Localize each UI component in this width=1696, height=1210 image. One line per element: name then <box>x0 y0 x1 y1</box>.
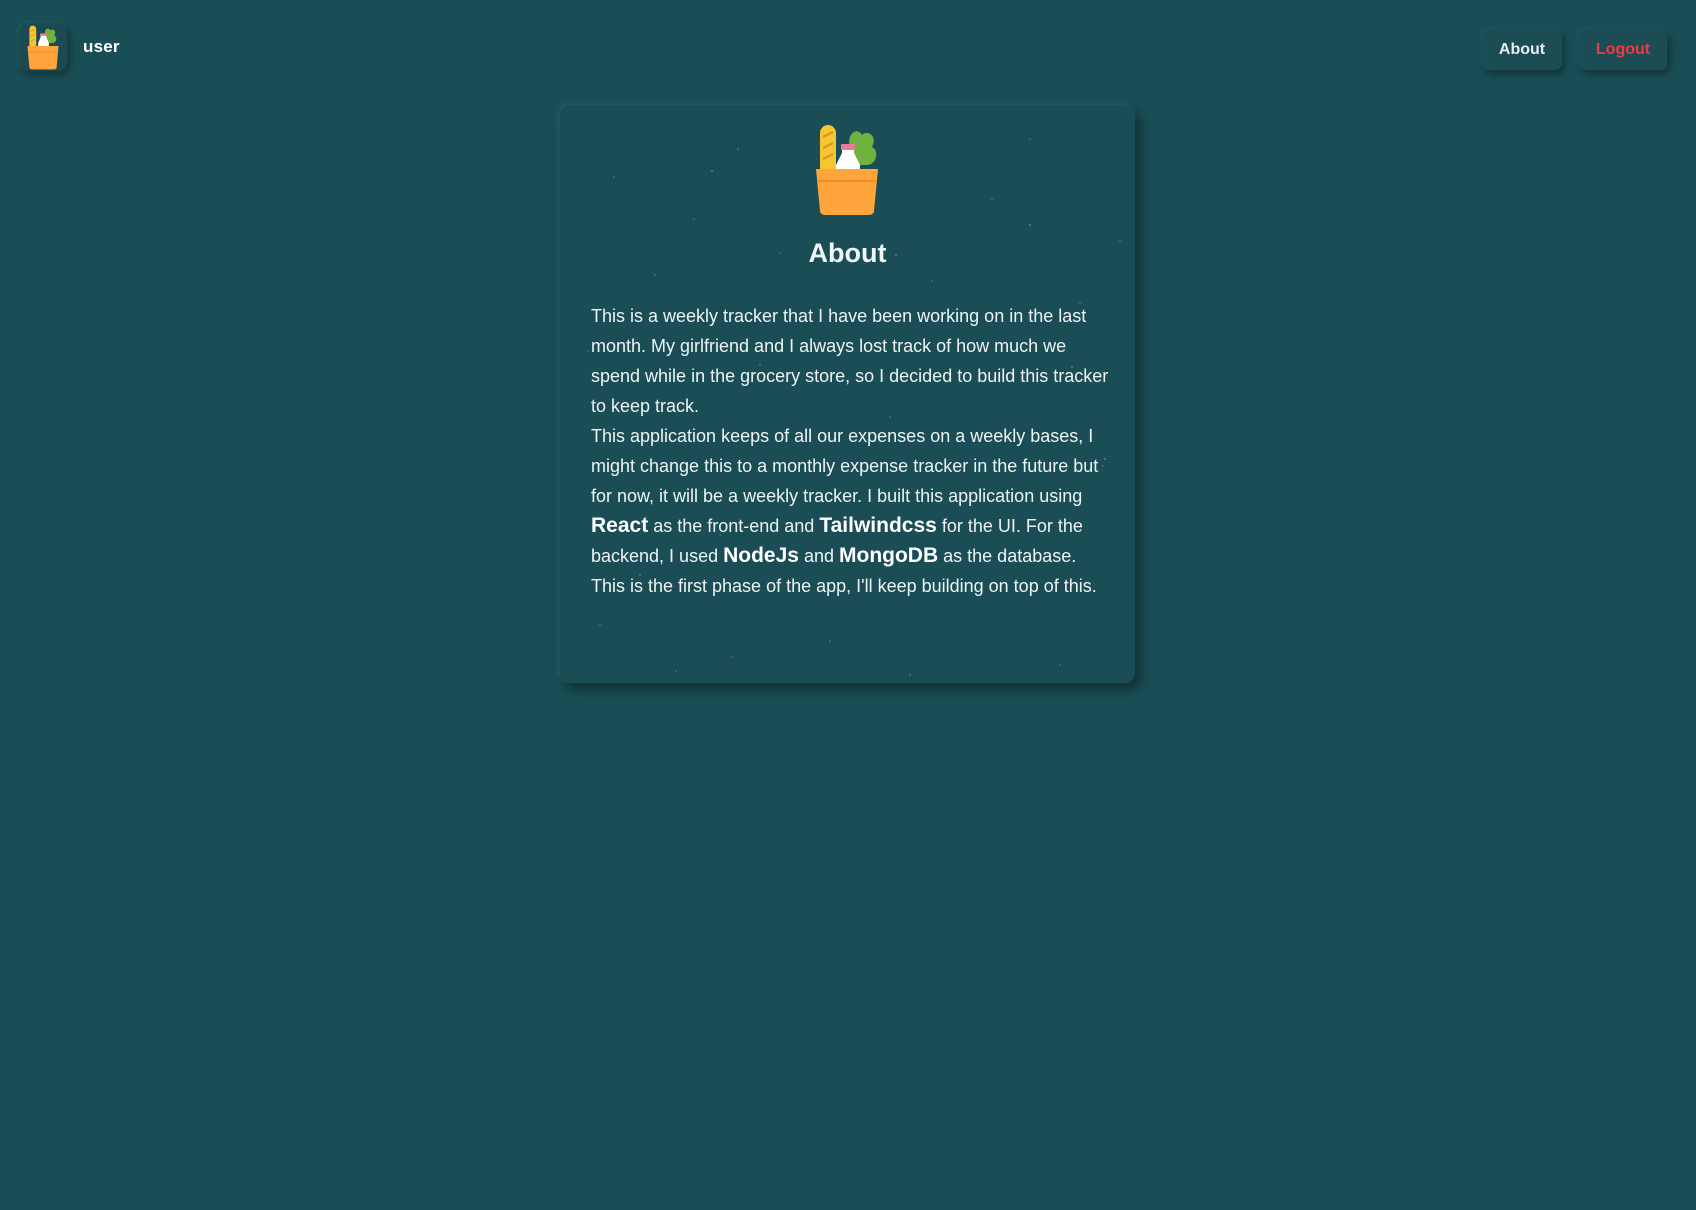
tech-react: React <box>591 514 649 537</box>
paragraph-text: as the front-end and <box>648 516 820 536</box>
logout-button[interactable]: Logout <box>1579 30 1667 70</box>
about-button[interactable]: About <box>1482 30 1562 70</box>
tech-nodejs: NodeJs <box>723 544 799 567</box>
grocery-bag-icon <box>812 123 882 215</box>
top-nav: About Logout <box>1482 30 1667 70</box>
tech-tailwindcss: Tailwindcss <box>819 514 937 537</box>
about-description: This is a weekly tracker that I have bee… <box>591 301 1111 601</box>
about-paragraph-1: This is a weekly tracker that I have bee… <box>591 306 1109 416</box>
paragraph-text: and <box>798 546 839 566</box>
about-paragraph-2: This application keeps of all our expens… <box>591 421 1111 601</box>
grocery-bag-icon[interactable] <box>19 23 67 71</box>
about-card: About This is a weekly tracker that I ha… <box>560 105 1135 683</box>
about-title: About <box>808 238 887 268</box>
username-label: user <box>83 37 120 56</box>
tech-mongodb: MongoDB <box>839 544 939 567</box>
paragraph-text: This application keeps of all our expens… <box>591 426 1099 506</box>
brand: user <box>19 23 120 71</box>
